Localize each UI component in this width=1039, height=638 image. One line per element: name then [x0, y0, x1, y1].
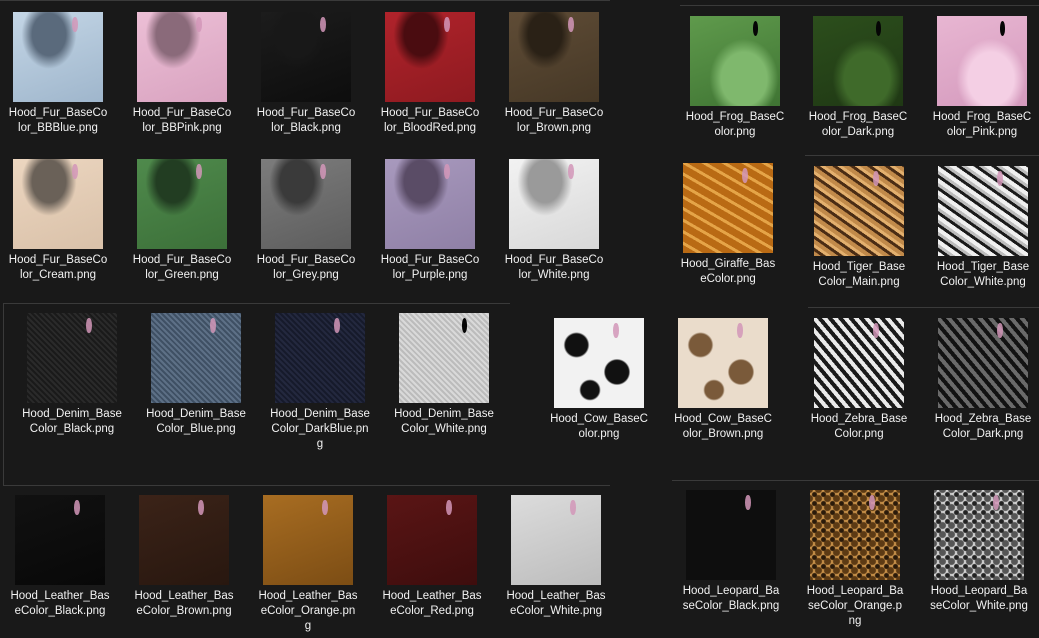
file-name: Hood_Fur_BaseColor_Grey.png	[256, 254, 356, 281]
file-name: Hood_Fur_BaseColor_Purple.png	[380, 254, 480, 281]
file-name: Hood_Cow_BaseColor.png	[550, 413, 648, 440]
image-thumbnail	[690, 16, 780, 106]
image-thumbnail	[137, 12, 227, 102]
image-thumbnail	[387, 495, 477, 585]
file-name: Hood_Fur_BaseColor_BBBlue.png	[8, 107, 108, 134]
image-thumbnail	[385, 12, 475, 102]
image-thumbnail	[814, 318, 904, 408]
image-thumbnail	[399, 313, 489, 403]
group-separator	[3, 303, 4, 485]
file-name: Hood_Leather_BaseColor_Orange.png	[258, 590, 358, 632]
image-thumbnail	[261, 159, 351, 249]
file-name: Hood_Denim_BaseColor_Blue.png	[146, 408, 246, 435]
file-name: Hood_Fur_BaseColor_White.png	[504, 254, 604, 281]
image-thumbnail	[139, 495, 229, 585]
file-name: Hood_Fur_BaseColor_Green.png	[132, 254, 232, 281]
file-name: Hood_Fur_BaseColor_Brown.png	[504, 107, 604, 134]
file-name: Hood_Frog_BaseColor.png	[685, 111, 785, 138]
image-thumbnail	[554, 318, 644, 408]
file-name: Hood_Leopard_BaseColor_Black.png	[682, 585, 780, 612]
image-thumbnail	[937, 16, 1027, 106]
group-separator	[808, 307, 1039, 308]
image-thumbnail	[263, 495, 353, 585]
file-name: Hood_Denim_BaseColor_Black.png	[22, 408, 122, 435]
image-thumbnail	[511, 495, 601, 585]
group-separator	[805, 155, 1039, 156]
image-thumbnail	[15, 495, 105, 585]
group-separator	[3, 485, 610, 486]
file-name: Hood_Fur_BaseColor_Cream.png	[8, 254, 108, 281]
file-name: Hood_Frog_BaseColor_Dark.png	[808, 111, 908, 138]
image-thumbnail	[385, 159, 475, 249]
file-name: Hood_Denim_BaseColor_White.png	[394, 408, 494, 435]
file-name: Hood_Fur_BaseColor_BloodRed.png	[380, 107, 480, 134]
image-thumbnail	[813, 16, 903, 106]
image-thumbnail	[509, 159, 599, 249]
file-name: Hood_Fur_BaseColor_BBPink.png	[132, 107, 232, 134]
image-thumbnail	[683, 163, 773, 253]
image-thumbnail	[275, 313, 365, 403]
image-thumbnail	[13, 159, 103, 249]
image-thumbnail	[13, 12, 103, 102]
file-name: Hood_Tiger_BaseColor_Main.png	[812, 261, 906, 288]
file-name: Hood_Frog_BaseColor_Pink.png	[932, 111, 1032, 138]
image-thumbnail	[686, 490, 776, 580]
file-name: Hood_Leather_BaseColor_Black.png	[10, 590, 110, 617]
group-separator	[680, 5, 1039, 6]
file-name: Hood_Zebra_BaseColor_Dark.png	[934, 413, 1032, 440]
group-separator	[672, 480, 1039, 481]
file-name: Hood_Leather_BaseColor_Brown.png	[134, 590, 234, 617]
file-name: Hood_Giraffe_BaseColor.png	[680, 258, 776, 285]
image-thumbnail	[261, 12, 351, 102]
image-thumbnail	[509, 12, 599, 102]
image-thumbnail	[151, 313, 241, 403]
group-separator	[3, 303, 510, 304]
file-name: Hood_Leather_BaseColor_White.png	[506, 590, 606, 617]
image-thumbnail	[137, 159, 227, 249]
file-name: Hood_Denim_BaseColor_DarkBlue.png	[270, 408, 370, 450]
image-thumbnail	[938, 166, 1028, 256]
image-thumbnail	[678, 318, 768, 408]
image-thumbnail	[814, 166, 904, 256]
file-name: Hood_Leopard_BaseColor_Orange.png	[806, 585, 904, 627]
file-name: Hood_Cow_BaseColor_Brown.png	[674, 413, 772, 440]
file-name: Hood_Leather_BaseColor_Red.png	[382, 590, 482, 617]
image-thumbnail	[27, 313, 117, 403]
file-name: Hood_Leopard_BaseColor_White.png	[930, 585, 1028, 612]
group-separator	[0, 0, 610, 1]
file-name: Hood_Fur_BaseColor_Black.png	[256, 107, 356, 134]
file-name: Hood_Tiger_BaseColor_White.png	[936, 261, 1030, 288]
file-name: Hood_Zebra_BaseColor.png	[810, 413, 908, 440]
image-thumbnail	[934, 490, 1024, 580]
image-thumbnail	[810, 490, 900, 580]
image-thumbnail	[938, 318, 1028, 408]
